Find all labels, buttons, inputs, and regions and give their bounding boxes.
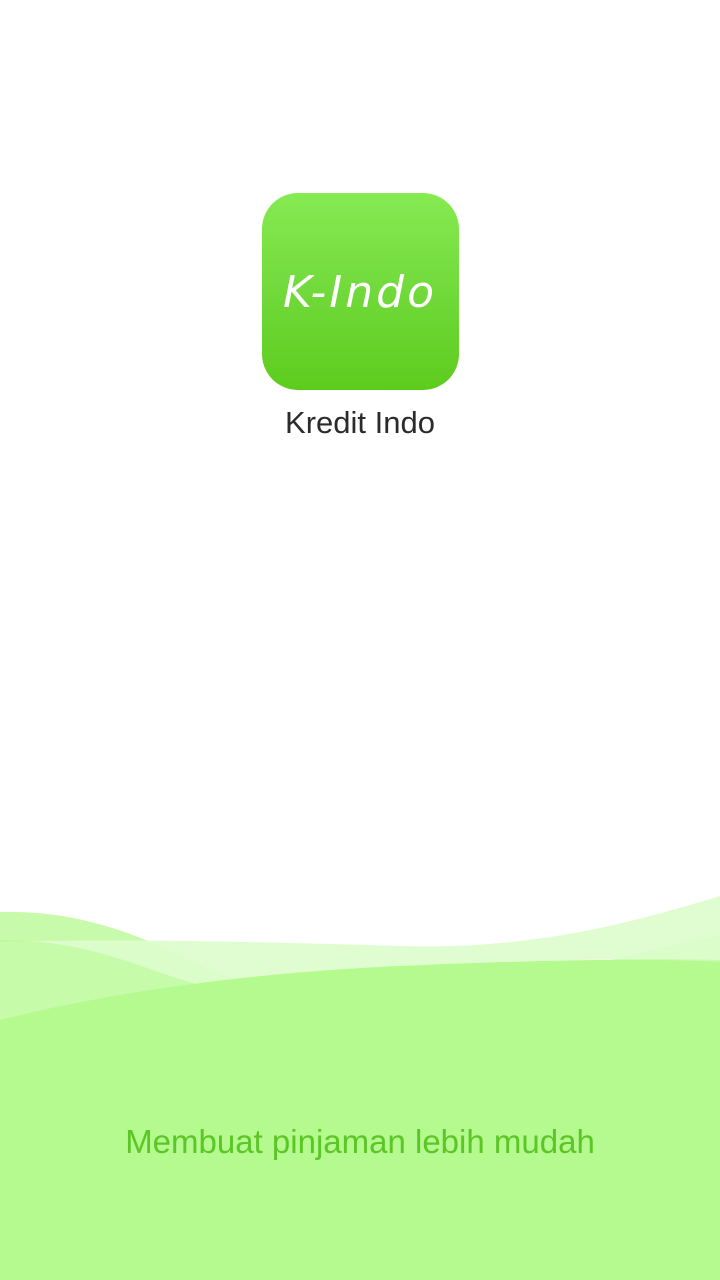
logo-block: K-Indo Kredit Indo [0,193,720,441]
app-logo-text: K-Indo [282,266,438,318]
wave-graphic [0,896,720,1280]
decorative-wave-background [0,880,720,1280]
splash-screen: K-Indo Kredit Indo Membuat pinjaman lebi… [0,0,720,1280]
app-name: Kredit Indo [285,405,435,440]
app-logo-icon: K-Indo [261,193,459,390]
tagline: Membuat pinjaman lebih mudah [125,1123,595,1160]
